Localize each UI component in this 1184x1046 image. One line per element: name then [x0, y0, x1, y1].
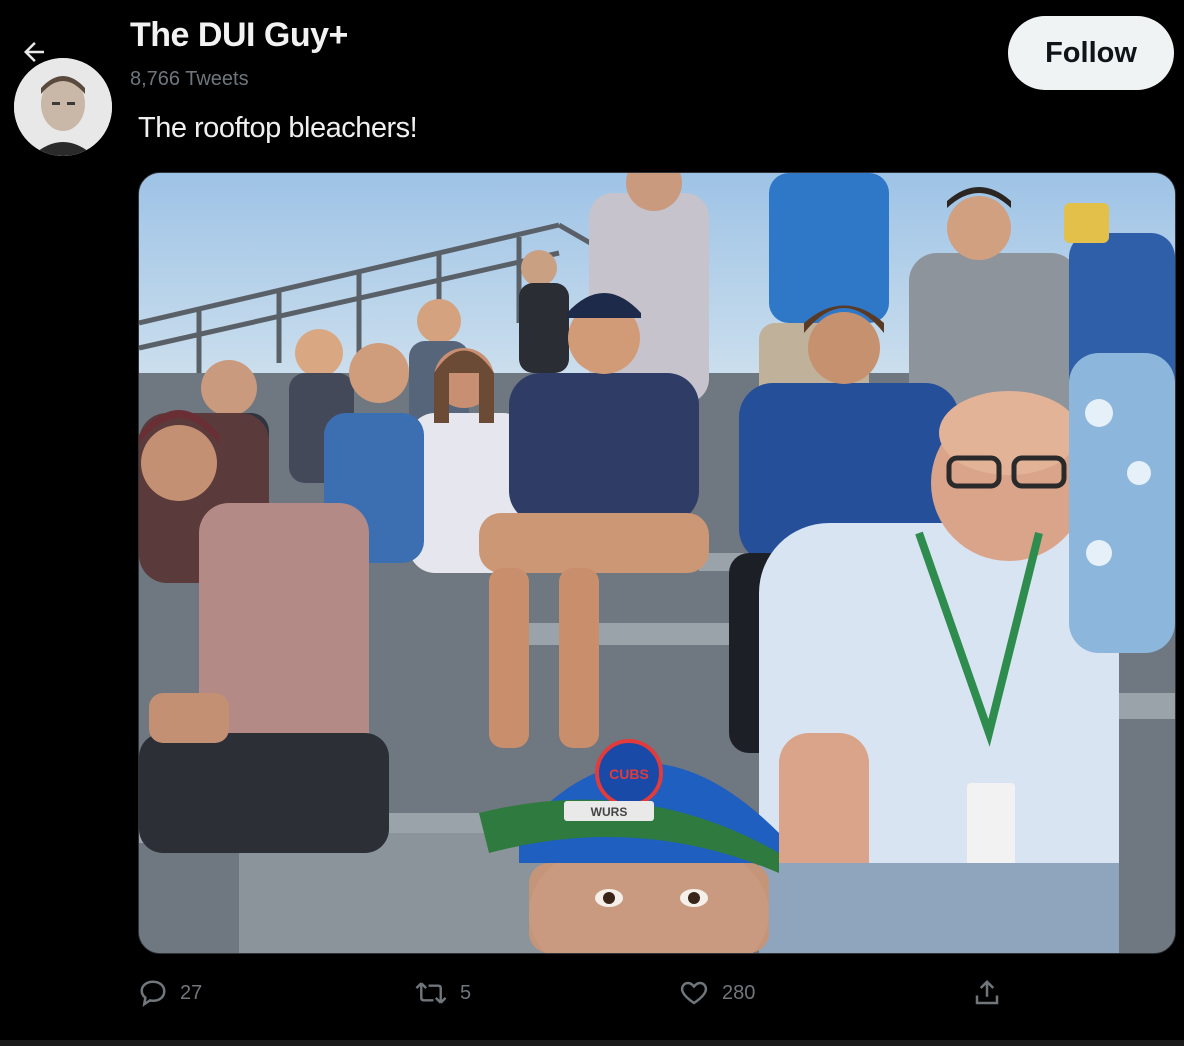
- heart-icon: [680, 981, 708, 1005]
- tweet-text: The rooftop bleachers!: [138, 112, 418, 144]
- like-button[interactable]: 280: [678, 978, 755, 1008]
- tweet-actions: 27 5 280: [138, 978, 1174, 1018]
- bottom-divider: [0, 1040, 1184, 1046]
- retweet-count: 5: [460, 981, 472, 1004]
- avatar-image: [14, 58, 112, 156]
- reply-button[interactable]: 27: [138, 978, 202, 1008]
- share-button[interactable]: [972, 978, 1002, 1008]
- retweet-arrows-icon: [415, 982, 447, 1004]
- follow-button[interactable]: Follow: [1008, 16, 1174, 90]
- share-upload-icon: [975, 979, 999, 1005]
- tweet-count: 8,766 Tweets: [130, 68, 249, 90]
- like-count: 280: [722, 981, 756, 1004]
- tweet-photo[interactable]: CUBS WURS: [138, 172, 1176, 954]
- photo-rooftop-bleachers: CUBS WURS: [139, 173, 1175, 953]
- profile-name: The DUI Guy+: [130, 16, 348, 54]
- speech-bubble-icon: [140, 980, 166, 1007]
- cap-logo-text: CUBS: [609, 766, 649, 782]
- avatar[interactable]: [14, 58, 112, 156]
- cap-label-text: WURS: [591, 805, 628, 819]
- reply-count: 27: [180, 981, 203, 1004]
- retweet-button[interactable]: 5: [414, 978, 471, 1008]
